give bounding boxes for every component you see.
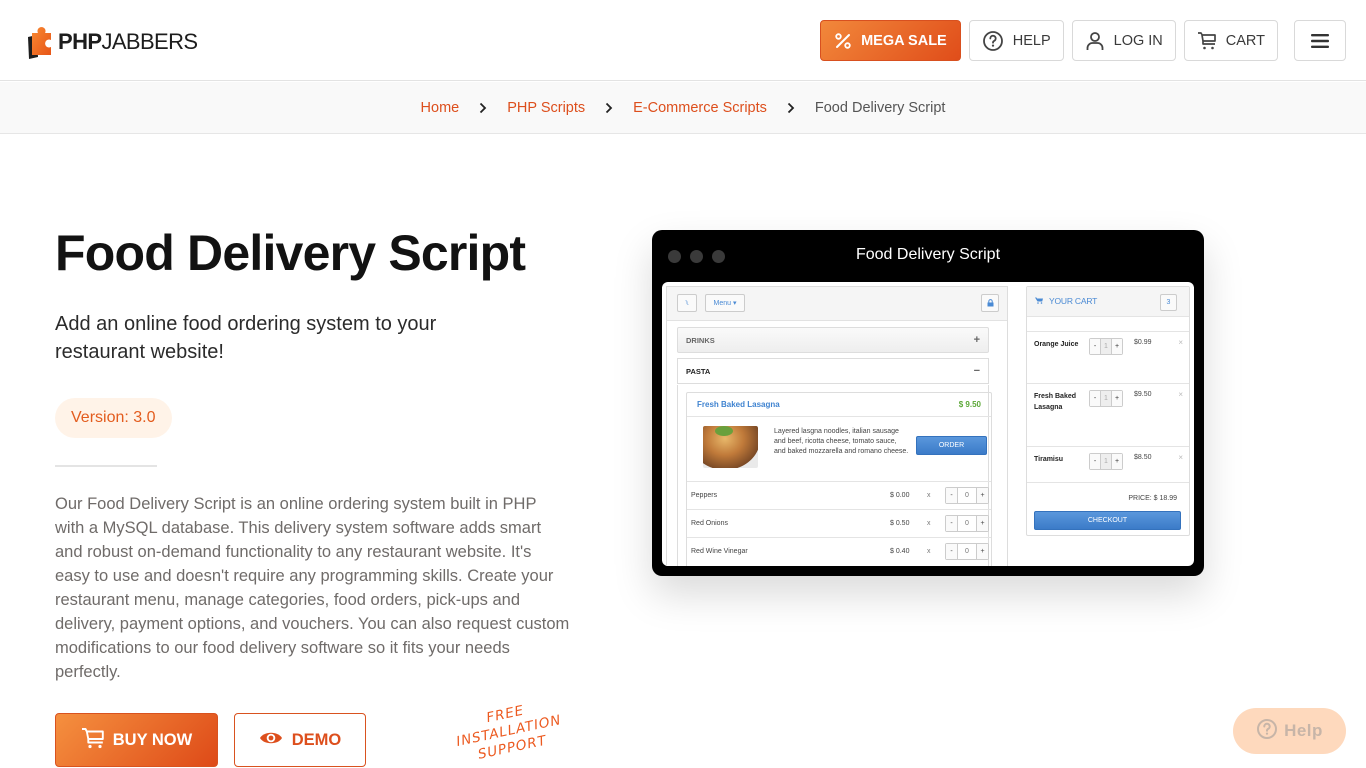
divider (55, 465, 157, 467)
cart-icon (1035, 296, 1043, 306)
help-button[interactable]: HELP (968, 20, 1064, 61)
mega-sale-button[interactable]: MEGA SALE (820, 20, 961, 61)
remove-icon: × (1178, 390, 1183, 399)
help-label: HELP (1012, 32, 1051, 49)
extra-row: Peppers $ 0.00 x -0 + (687, 481, 991, 509)
extra-row: Red Onions $ 0.50 x -0 + (687, 509, 991, 537)
menu-toolbar: ⑊ Menu ▾ (667, 287, 1007, 321)
extra-row: Red Wine Vinegar $ 0.40 x -0 + (687, 537, 991, 565)
cart-item: Fresh Baked Lasagna -1 + $9.50 × (1027, 383, 1189, 439)
logo[interactable]: PHPJABBERS (24, 25, 198, 59)
item-price: $ 9.50 (958, 400, 981, 409)
menu-panel: ⑊ Menu ▾ DRINKS + PASTA − Fresh Baked Lasa… (666, 286, 1008, 566)
breadcrumb-ecommerce-scripts[interactable]: E-Commerce Scripts (633, 100, 767, 116)
cart-separator (1027, 482, 1189, 483)
hamburger-icon (1311, 33, 1329, 49)
category-pasta: PASTA − (677, 358, 989, 384)
checkout-button: CHECKOUT (1034, 511, 1181, 530)
free-installation-note: FREE INSTALLATION SUPPORT (440, 693, 578, 768)
menu-dropdown: Menu ▾ (705, 294, 745, 312)
preview-title: Food Delivery Script (855, 246, 1001, 263)
cart-item: Orange Juice -1 + $0.99 × (1027, 331, 1189, 377)
item-name: Fresh Baked Lasagna (697, 400, 780, 409)
chevron-right-icon (605, 102, 613, 114)
menu-item-card: Fresh Baked Lasagna $ 9.50 Layered lasgn… (686, 392, 992, 566)
cart-button[interactable]: CART (1183, 20, 1278, 61)
breadcrumb-current: Food Delivery Script (814, 99, 946, 116)
category-drinks: DRINKS + (677, 327, 989, 353)
item-description: Layered lasgna noodles, italian sausage … (774, 428, 909, 455)
question-circle-icon (982, 30, 1004, 52)
order-button: ORDER (916, 436, 987, 455)
help-widget-label: Help (1284, 721, 1323, 740)
lock-icon (981, 294, 999, 312)
remove-icon: × (1178, 338, 1183, 347)
breadcrumb-home[interactable]: Home (421, 100, 460, 116)
percent-icon (834, 32, 852, 50)
cart-label: CART (1225, 32, 1265, 49)
pasta-items: Fresh Baked Lasagna $ 9.50 Layered lasgn… (677, 385, 992, 566)
breadcrumb: Home PHP Scripts E-Commerce Scripts Food… (0, 82, 1366, 134)
login-button[interactable]: LOG IN (1071, 20, 1176, 61)
product-preview-window[interactable]: Food Delivery Script ⑊ Menu ▾ DRINKS + PA… (652, 230, 1204, 576)
chevron-right-icon (479, 102, 487, 114)
logo-text: PHPJABBERS (58, 29, 198, 54)
site-header: PHPJABBERS MEGA SALE HELP LOG IN CART (0, 0, 1366, 81)
hamburger-menu-button[interactable] (1294, 20, 1346, 61)
page-subtitle: Add an online food ordering system to yo… (55, 313, 437, 363)
cart-panel: YOUR CART 3 Orange Juice -1 + $0.99 × Fre… (1026, 286, 1190, 536)
login-label: LOG IN (1113, 32, 1163, 49)
version-badge: Version: 3.0 (55, 398, 172, 438)
remove-icon: × (1178, 453, 1183, 462)
mega-sale-label: MEGA SALE (861, 32, 947, 49)
cart-icon (1197, 31, 1217, 51)
chevron-right-icon (787, 102, 795, 114)
user-icon (1085, 31, 1105, 51)
question-circle-icon (1256, 718, 1278, 745)
breadcrumb-php-scripts[interactable]: PHP Scripts (507, 100, 585, 116)
demo-button[interactable]: DEMO (234, 713, 366, 767)
puzzle-logo-icon (24, 25, 56, 59)
basil-leaf (715, 426, 733, 436)
utensils-icon: ⑊ (677, 294, 697, 312)
eye-icon (259, 730, 283, 751)
page-title: Food Delivery Script (55, 225, 526, 281)
top-nav: MEGA SALE HELP LOG IN CART (820, 20, 1346, 61)
cart-total: PRICE: $ 18.99 (1128, 495, 1177, 502)
cart-item: Tiramisu -1 + $8.50 × (1027, 446, 1189, 482)
help-widget-button[interactable]: Help (1233, 708, 1346, 754)
preview-screenshot: ⑊ Menu ▾ DRINKS + PASTA − Fresh Baked Lasa… (662, 282, 1194, 566)
cart-count-badge: 3 (1160, 294, 1177, 311)
buy-now-label: BUY NOW (112, 730, 193, 749)
cart-icon (81, 727, 105, 754)
cart-title: YOUR CART (1035, 296, 1097, 306)
product-description: Our Food Delivery Script is an online or… (55, 495, 570, 681)
buy-now-button[interactable]: BUY NOW (55, 713, 218, 767)
demo-label: DEMO (291, 730, 342, 749)
